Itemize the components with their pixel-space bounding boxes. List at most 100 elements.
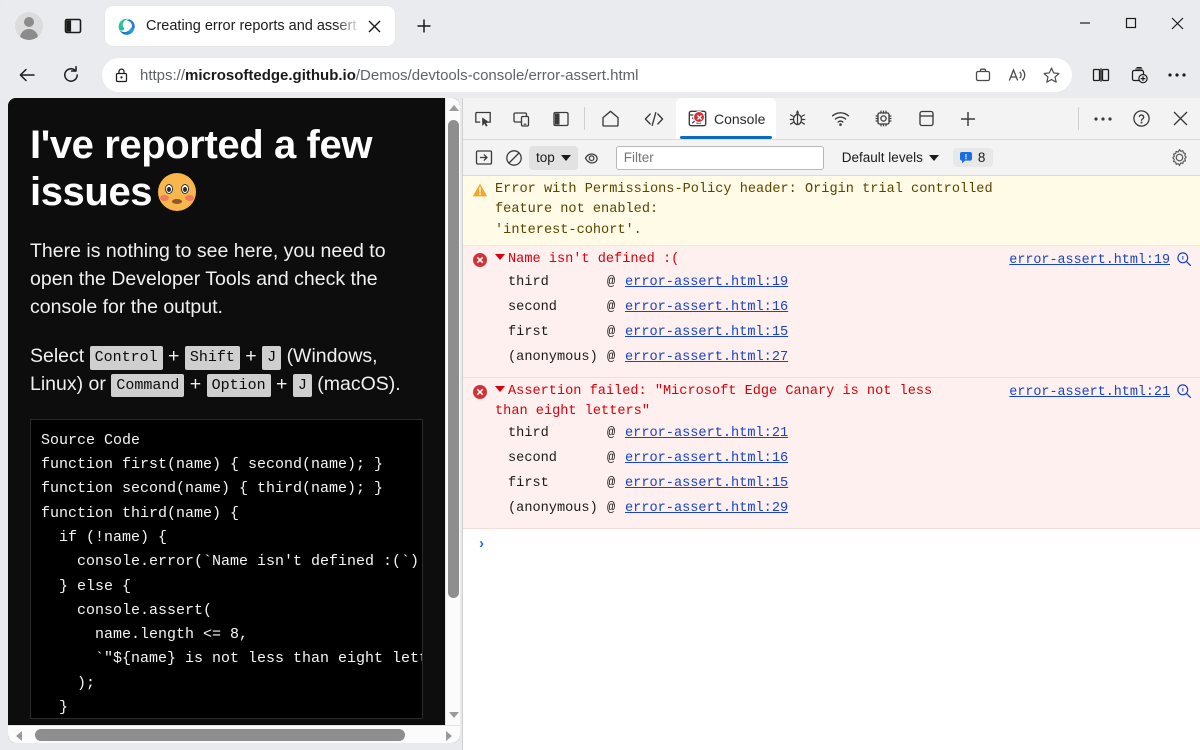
- minimize-button[interactable]: [1062, 0, 1108, 46]
- site-info-button[interactable]: [102, 67, 140, 83]
- tab-welcome[interactable]: [589, 98, 632, 139]
- expanded-triangle-icon[interactable]: [495, 386, 505, 392]
- stack-source-link[interactable]: error-assert.html:15: [625, 474, 788, 494]
- filter-input[interactable]: [616, 146, 824, 170]
- maximize-icon: [1124, 16, 1138, 30]
- tab-add-tool[interactable]: [948, 98, 988, 139]
- stack-source-link[interactable]: error-assert.html:16: [625, 449, 788, 469]
- close-window-button[interactable]: [1154, 0, 1200, 46]
- device-emulation-button[interactable]: [502, 98, 541, 139]
- stack-frame[interactable]: (anonymous) @ error-assert.html:27: [495, 348, 1192, 373]
- key-command: Command: [111, 374, 184, 397]
- console-prompt[interactable]: ›: [463, 529, 1200, 559]
- issues-counter[interactable]: 8: [953, 148, 994, 167]
- source-code-text: function first(name) { second(name); } f…: [41, 453, 412, 719]
- profile-avatar-icon: [15, 12, 43, 40]
- device-emulation-icon: [512, 109, 532, 129]
- more-options-button[interactable]: [1160, 58, 1194, 92]
- console-message-warning[interactable]: Error with Permissions-Policy header: Or…: [463, 176, 1200, 246]
- reload-button[interactable]: [54, 58, 88, 92]
- stack-frame[interactable]: second @ error-assert.html:16: [495, 449, 1192, 474]
- stack-function-name: (anonymous): [495, 499, 607, 519]
- stack-source-link[interactable]: error-assert.html:15: [625, 323, 788, 343]
- devtools-tabbar-right: [1074, 98, 1200, 139]
- console-error-source-2[interactable]: error-assert.html:21: [1009, 383, 1170, 403]
- expanded-triangle-icon[interactable]: [495, 254, 505, 260]
- read-aloud-button[interactable]: [1000, 60, 1034, 90]
- search-magnifier-icon[interactable]: [1176, 251, 1192, 267]
- dock-side-button[interactable]: [541, 98, 580, 139]
- tab-application[interactable]: [905, 98, 948, 139]
- clear-console-button[interactable]: [499, 145, 529, 171]
- tab-debugger[interactable]: [776, 98, 819, 139]
- add-favorite-button[interactable]: [1034, 60, 1068, 90]
- tab-search-button[interactable]: [55, 8, 91, 44]
- console-warning-text: Error with Permissions-Policy header: Or…: [495, 180, 1192, 241]
- profile-button[interactable]: [9, 6, 49, 46]
- add-to-collections-button[interactable]: [1122, 58, 1156, 92]
- add-tool-plus-icon: [959, 110, 977, 128]
- scroll-down-arrow-icon[interactable]: [449, 712, 459, 718]
- stack-at-symbol: @: [607, 424, 625, 444]
- devtools-panel: Console: [462, 98, 1200, 750]
- stack-frame[interactable]: third @ error-assert.html:21: [495, 424, 1192, 449]
- stack-source-link[interactable]: error-assert.html:29: [625, 499, 788, 519]
- console-messages[interactable]: Error with Permissions-Policy header: Or…: [463, 176, 1200, 750]
- search-magnifier-icon[interactable]: [1176, 383, 1192, 399]
- stack-source-link[interactable]: error-assert.html:27: [625, 348, 788, 368]
- more-tools-button[interactable]: [1083, 98, 1122, 139]
- console-settings-button[interactable]: [1164, 145, 1194, 171]
- close-devtools-button[interactable]: [1161, 98, 1200, 139]
- tab-performance[interactable]: [862, 98, 905, 139]
- scroll-right-arrow-icon[interactable]: [446, 731, 452, 741]
- favorite-star-icon: [1042, 66, 1061, 85]
- horizontal-scroll-thumb[interactable]: [35, 729, 405, 741]
- stack-function-name: third: [495, 424, 607, 444]
- console-sidebar-button[interactable]: [469, 145, 499, 171]
- back-button[interactable]: [10, 58, 44, 92]
- stack-frame[interactable]: first @ error-assert.html:15: [495, 474, 1192, 499]
- source-code-title: Source Code: [41, 429, 412, 453]
- scroll-up-arrow-icon[interactable]: [449, 105, 459, 111]
- help-button[interactable]: [1122, 98, 1161, 139]
- tab-network[interactable]: [819, 98, 862, 139]
- tab-close-button[interactable]: [361, 13, 387, 39]
- more-options-icon: [1167, 72, 1187, 78]
- stack-frame[interactable]: first @ error-assert.html:15: [495, 323, 1192, 348]
- browser-chrome: Creating error reports and assert: [0, 0, 1200, 98]
- live-expression-button[interactable]: [578, 145, 608, 171]
- stack-source-link[interactable]: error-assert.html:19: [625, 273, 788, 293]
- issues-bubble-icon: [959, 151, 973, 164]
- page-vertical-scrollbar[interactable]: [445, 98, 460, 725]
- page-viewport: I've reported a few issues There is noth…: [8, 98, 460, 743]
- tab-console[interactable]: Console: [676, 98, 776, 139]
- maximize-button[interactable]: [1108, 0, 1154, 46]
- key-j-win: J: [262, 346, 281, 369]
- stack-source-link[interactable]: error-assert.html:16: [625, 298, 788, 318]
- console-message-error-1[interactable]: Name isn't defined :( error-assert.html:…: [463, 246, 1200, 377]
- console-message-error-2[interactable]: Assertion failed: "Microsoft Edge Canary…: [463, 378, 1200, 530]
- toolbar-divider-right: [1078, 107, 1079, 130]
- clear-console-icon: [505, 149, 523, 167]
- chevron-down-icon: [929, 155, 939, 161]
- vertical-scroll-thumb[interactable]: [448, 120, 459, 598]
- address-bar[interactable]: https://microsoftedge.github.io/Demos/de…: [102, 58, 1072, 92]
- log-levels-selector[interactable]: Default levels: [842, 150, 939, 165]
- split-screen-button[interactable]: [1084, 58, 1118, 92]
- browser-tab[interactable]: Creating error reports and assert: [105, 6, 395, 46]
- new-tab-button[interactable]: [407, 9, 441, 43]
- browser-toolbar-right: [1080, 58, 1200, 92]
- scroll-left-arrow-icon[interactable]: [16, 731, 22, 741]
- inspect-element-button[interactable]: [463, 98, 502, 139]
- tab-console-label: Console: [714, 111, 765, 127]
- browser-window: Creating error reports and assert: [0, 0, 1200, 750]
- stack-frame[interactable]: (anonymous) @ error-assert.html:29: [495, 499, 1192, 524]
- page-horizontal-scrollbar[interactable]: [8, 725, 460, 743]
- collections-briefcase-button[interactable]: [966, 60, 1000, 90]
- context-selector[interactable]: top: [529, 146, 578, 170]
- stack-source-link[interactable]: error-assert.html:21: [625, 424, 788, 444]
- console-error-source-1[interactable]: error-assert.html:19: [1009, 251, 1170, 271]
- stack-frame[interactable]: third @ error-assert.html:19: [495, 273, 1192, 298]
- tab-elements[interactable]: [632, 98, 676, 139]
- stack-frame[interactable]: second @ error-assert.html:16: [495, 298, 1192, 323]
